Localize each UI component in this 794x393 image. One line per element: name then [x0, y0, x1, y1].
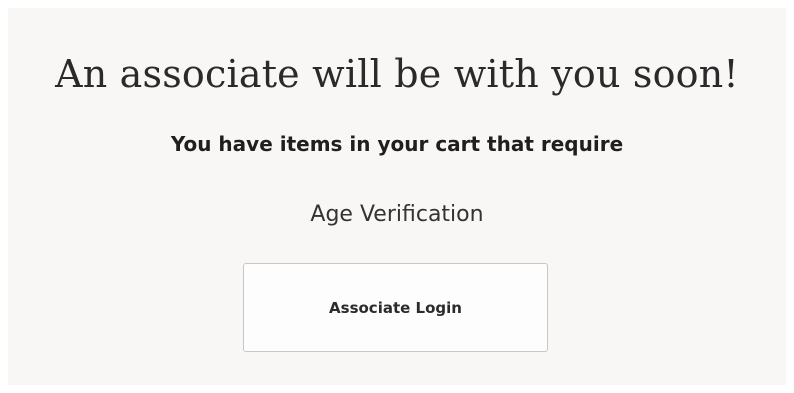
- age-verification-panel: An associate will be with you soon! You …: [8, 8, 786, 385]
- cart-requirement-message: You have items in your cart that require: [170, 132, 624, 156]
- associate-login-label: Associate Login: [329, 298, 462, 317]
- associate-login-button[interactable]: Associate Login: [243, 263, 548, 352]
- page-title: An associate will be with you soon!: [55, 52, 739, 96]
- requirement-label: Age Verification: [310, 202, 484, 227]
